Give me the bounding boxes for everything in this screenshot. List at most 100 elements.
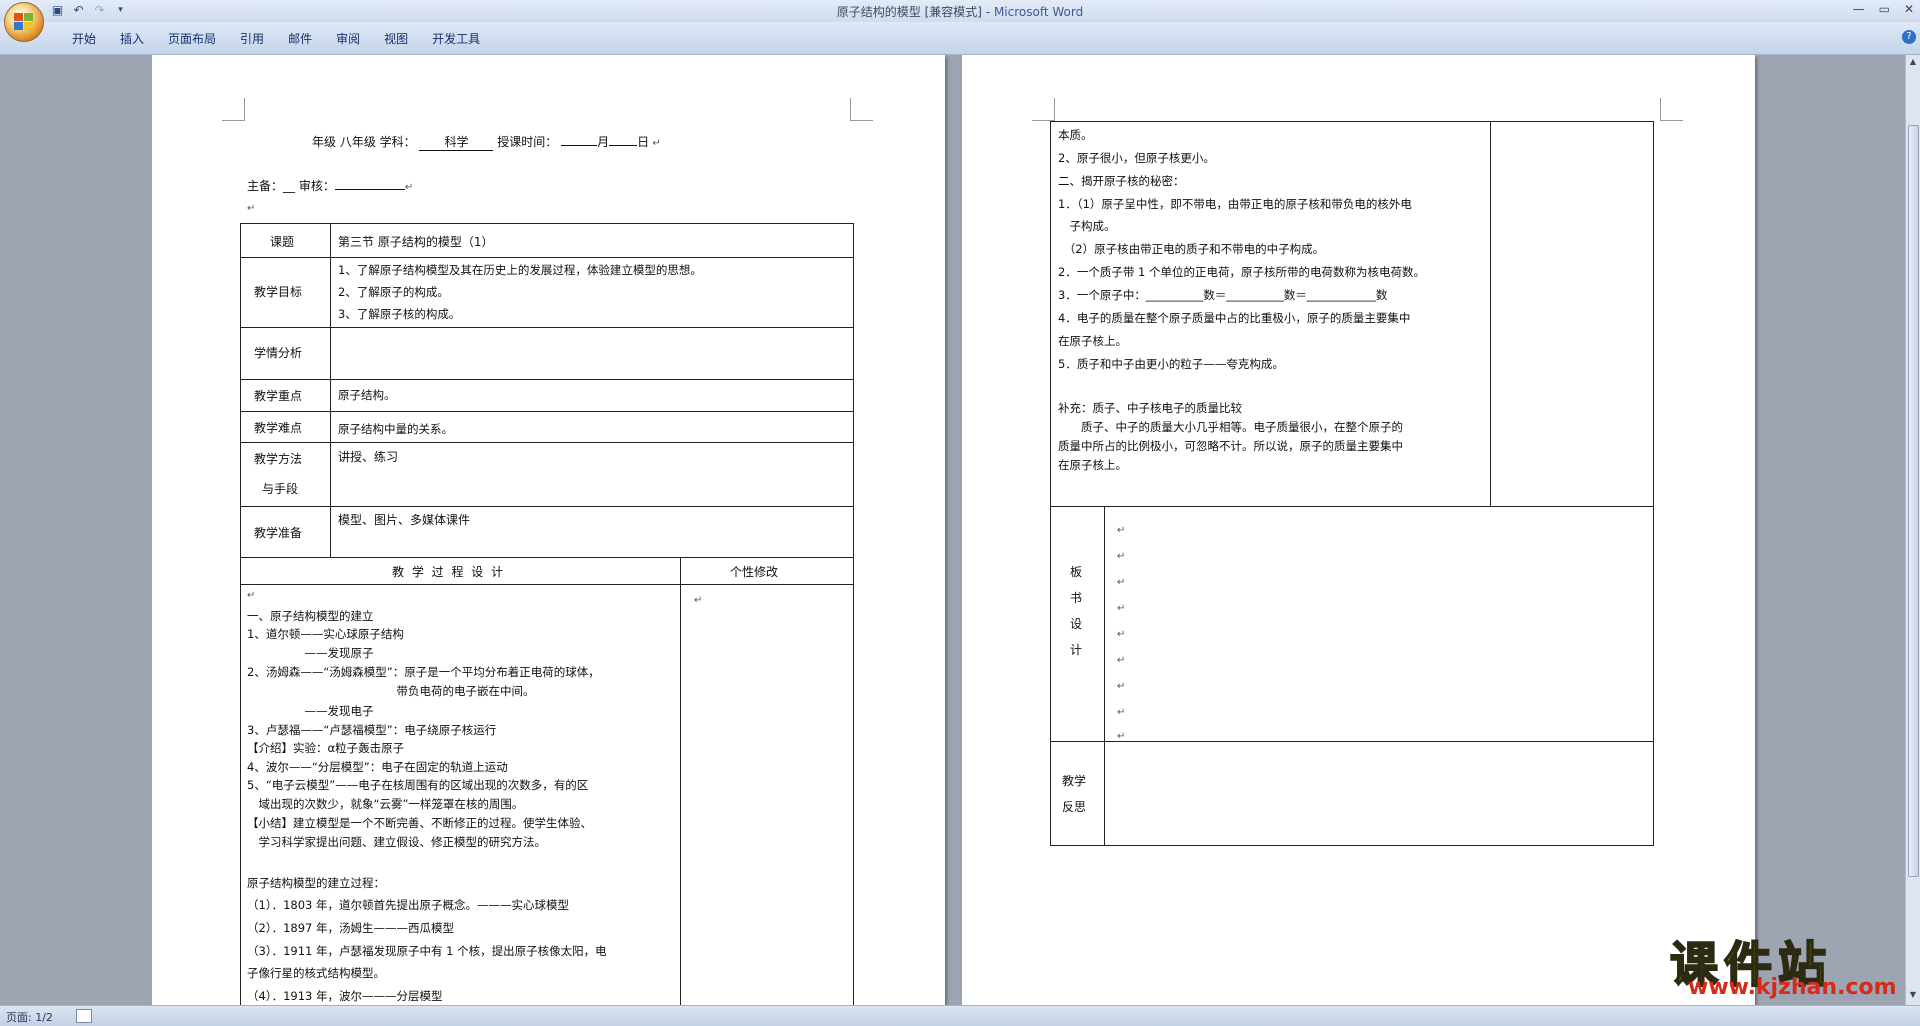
content-line: 1．（1）原子呈中性，即不带电，由带正电的原子核和带负电的核外电 (1058, 197, 1412, 211)
proofing-icon[interactable] (76, 1009, 92, 1023)
close-icon[interactable]: ✕ (1904, 2, 1914, 16)
page-1: 年级 八年级 学科： 科学 授课时间： 月日 ↵ 主备：__ 审核： ↵ ↵ 课题… (152, 55, 945, 1005)
process-line: 原子结构模型的建立过程： (247, 876, 385, 890)
day-label: 日 (637, 135, 650, 149)
board-label-char: 设 (1070, 617, 1083, 631)
kjzhan-watermark-logo: 课件站 www.kjzhan.com (1669, 925, 1905, 1003)
table-border (330, 223, 331, 557)
tab-references[interactable]: 引用 (228, 30, 276, 48)
table-border (680, 557, 681, 1005)
content-line: 5．质子和中子由更小的粒子——夸克构成。 (1058, 357, 1284, 371)
paragraph-mark: ↵ (1117, 629, 1126, 640)
office-button[interactable] (4, 2, 44, 42)
document-name: 原子结构的模型 [兼容模式] (836, 5, 982, 19)
table-border (1050, 121, 1654, 122)
board-label-char: 书 (1070, 591, 1083, 605)
tab-page-layout[interactable]: 页面布局 (156, 30, 228, 48)
tab-mailings[interactable]: 邮件 (276, 30, 324, 48)
tab-review[interactable]: 审阅 (324, 30, 372, 48)
table-border (853, 223, 854, 1005)
process-line: 4、波尔——“分层模型”：电子在固定的轨道上运动 (247, 760, 508, 774)
margin-mark (222, 98, 245, 121)
table-border (1104, 506, 1105, 845)
grade-subject-label: 年级 八年级 学科： (312, 135, 416, 149)
status-bar: 页面: 1/2 (0, 1005, 1920, 1026)
preparer-label: 主备：__ 审核： (247, 179, 335, 193)
maximize-icon[interactable]: ▭ (1879, 2, 1890, 16)
key-label: 教学重点 (254, 389, 303, 403)
process-header: 教 学 过 程 设 计 (392, 565, 506, 579)
scroll-down-icon[interactable]: ▼ (1908, 990, 1918, 1000)
margin-mark (850, 98, 873, 121)
table-border (240, 257, 854, 258)
topic-value: 第三节 原子结构的模型（1） (338, 235, 494, 249)
key-value: 原子结构。 (338, 388, 396, 402)
tab-home[interactable]: 开始 (60, 30, 108, 48)
ribbon-tabs: 开始 插入 页面布局 引用 邮件 审阅 视图 开发工具 (60, 30, 492, 48)
margin-mark (1660, 98, 1683, 121)
table-border (240, 584, 854, 585)
minimize-icon[interactable]: — (1853, 2, 1865, 16)
watermark-url: www.kjzhan.com (1688, 975, 1897, 1000)
content-line: 3．一个原子中：__________数＝__________数＝________… (1058, 288, 1388, 302)
help-icon[interactable]: ? (1902, 30, 1916, 44)
subject-value: 科学 (419, 133, 494, 151)
table-border (1050, 741, 1654, 742)
table-border (240, 223, 241, 1005)
table-border (240, 327, 854, 328)
process-line: （1）．1803 年，道尔顿首先提出原子概念。———实心球模型 (247, 898, 569, 912)
document-workspace: 年级 八年级 学科： 科学 授课时间： 月日 ↵ 主备：__ 审核： ↵ ↵ 课题… (0, 55, 1906, 1005)
tab-view[interactable]: 视图 (372, 30, 420, 48)
preparer-line: 主备：__ 审核： ↵ (247, 179, 414, 193)
process-line: 带负电荷的电子嵌在中间。 (247, 684, 535, 698)
process-line: 子像行星的核式结构模型。 (247, 966, 385, 980)
table-border (240, 506, 854, 507)
board-label-char: 计 (1070, 643, 1083, 657)
method-value: 讲授、练习 (338, 450, 399, 464)
ribbon: 开始 插入 页面布局 引用 邮件 审阅 视图 开发工具 (0, 22, 1920, 55)
process-line: ——发现电子 (247, 704, 374, 718)
method-label-2: 与手段 (262, 482, 299, 496)
process-line: 5、“电子云模型”——电子在核周围有的区域出现的次数多，有的区 (247, 778, 589, 792)
table-border (240, 442, 854, 443)
process-line: ——发现原子 (247, 646, 374, 660)
scroll-thumb[interactable] (1908, 125, 1919, 877)
app-name: Microsoft Word (993, 5, 1084, 19)
goal-label: 教学目标 (254, 285, 303, 299)
tab-insert[interactable]: 插入 (108, 30, 156, 48)
paragraph-mark: ↵ (247, 203, 256, 214)
content-line: 质子、中子的质量大小几乎相等。电子质量很小，在整个原子的 (1058, 420, 1403, 434)
title-bar: ▣ ↶ ↷ ▾ 原子结构的模型 [兼容模式] - Microsoft Word … (0, 0, 1920, 22)
page-indicator[interactable]: 页面: 1/2 (6, 1009, 53, 1025)
paragraph-mark: ↵ (1117, 551, 1126, 562)
paragraph-mark: ↵ (1117, 681, 1126, 692)
content-line: （2）原子核由带正电的质子和不带电的中子构成。 (1058, 242, 1325, 256)
table-border (240, 223, 854, 224)
tab-developer[interactable]: 开发工具 (420, 30, 492, 48)
preparation-value: 模型、图片、多媒体课件 (338, 513, 471, 527)
table-border (1050, 506, 1654, 507)
process-line: 3、卢瑟福——“卢瑟福模型”：电子绕原子核运行 (247, 723, 497, 737)
scroll-up-icon[interactable]: ▲ (1908, 57, 1918, 67)
vertical-scrollbar[interactable]: ▲ ▼ (1905, 55, 1920, 1005)
content-line: 本质。 (1058, 128, 1093, 142)
process-line: 2、汤姆森——“汤姆森模型”：原子是一个平均分布着正电荷的球体， (247, 665, 600, 679)
paragraph-mark: ↵ (694, 595, 703, 606)
content-line: 2、原子很小，但原子核更小。 (1058, 151, 1215, 165)
paragraph-mark: ↵ (247, 590, 256, 601)
table-border (1490, 121, 1491, 506)
table-border (1050, 845, 1654, 846)
goal-line: 2、了解原子的构成。 (338, 285, 449, 299)
topic-label: 课题 (270, 235, 295, 249)
difficulty-label: 教学难点 (254, 421, 303, 435)
page-2: 本质。 2、原子很小，但原子核更小。 二、揭开原子核的秘密： 1．（1）原子呈中性，即… (962, 55, 1755, 1005)
content-line: 子构成。 (1058, 219, 1116, 233)
paragraph-mark: ↵ (1117, 707, 1126, 718)
table-border (240, 379, 854, 380)
difficulty-value: 原子结构中量的关系。 (338, 422, 453, 436)
analysis-label: 学情分析 (254, 346, 303, 360)
paragraph-mark: ↵ (1117, 577, 1126, 588)
process-line: 域出现的次数少，就象“云雾”一样笼罩在核的周围。 (247, 797, 524, 811)
custom-header: 个性修改 (730, 565, 779, 579)
paragraph-mark: ↵ (1117, 525, 1126, 536)
